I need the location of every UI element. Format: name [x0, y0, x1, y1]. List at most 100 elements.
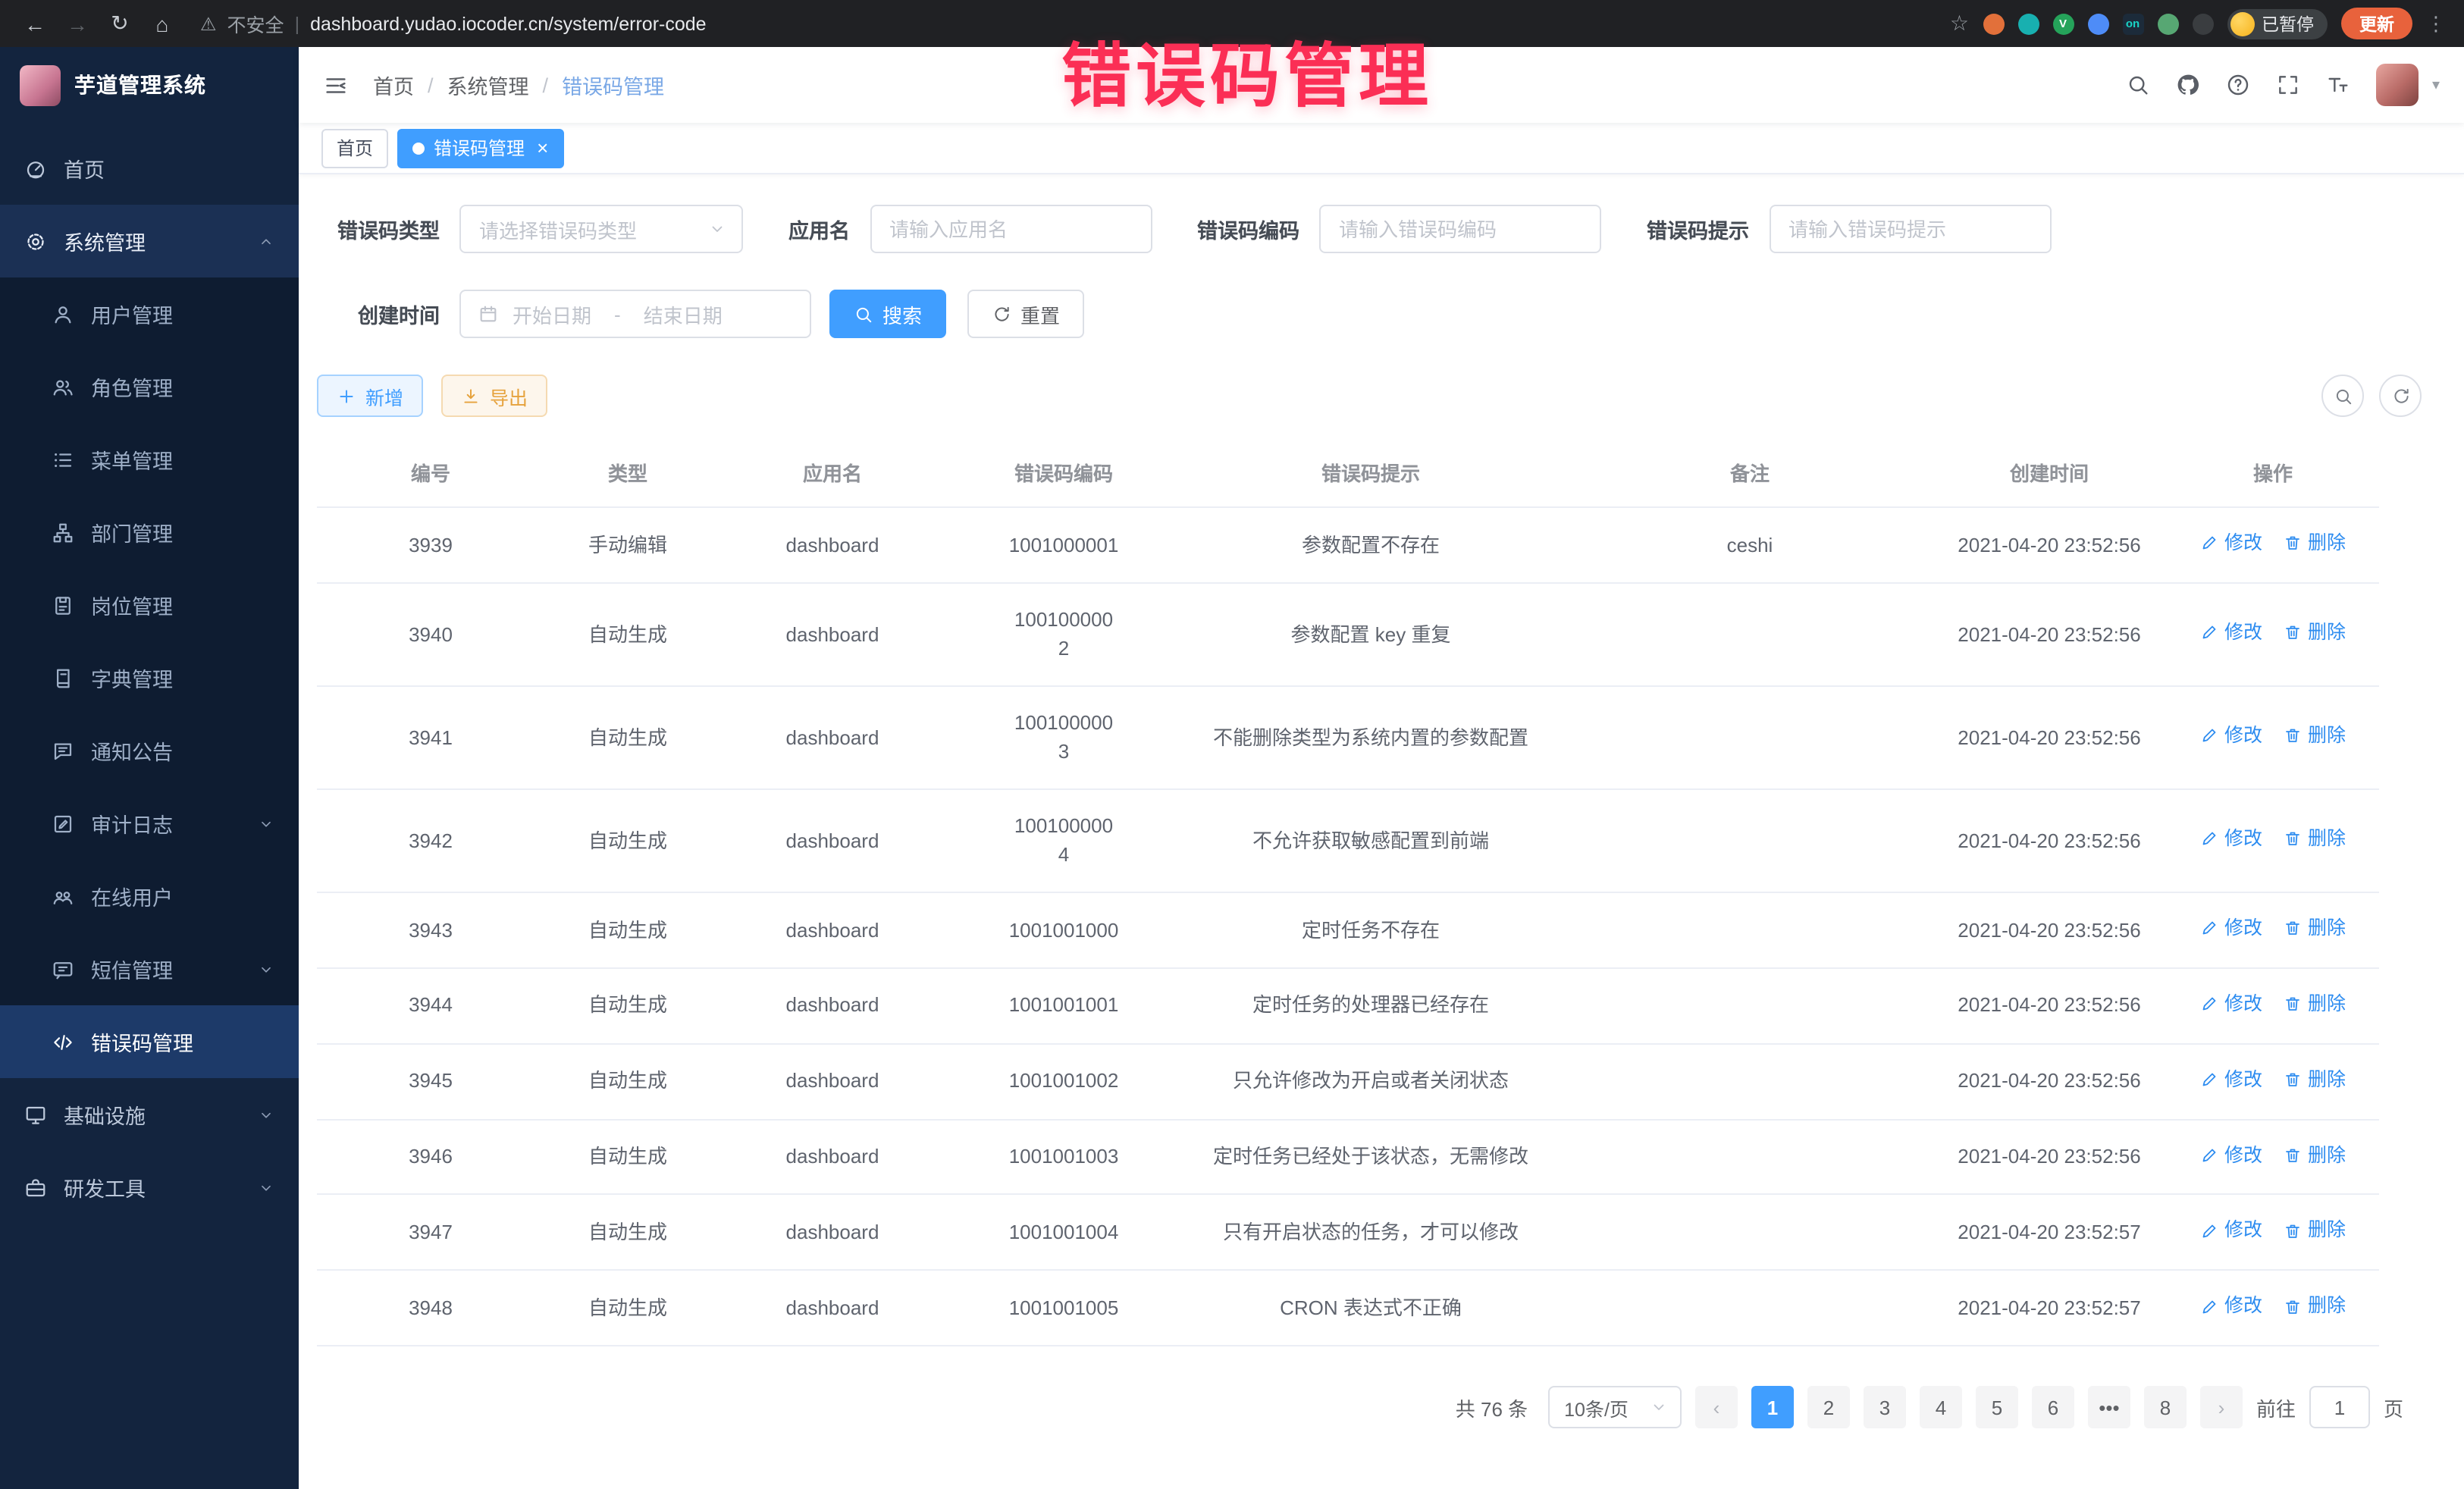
toggle-search-button[interactable]	[2321, 375, 2364, 417]
sidebar-item-audit-log[interactable]: 审计日志	[0, 787, 299, 860]
sidebar-item-post-management[interactable]: 岗位管理	[0, 569, 299, 641]
search-button[interactable]: 搜索	[829, 290, 946, 338]
hamburger-icon[interactable]	[323, 72, 349, 98]
sidebar-item-role-management[interactable]: 角色管理	[0, 350, 299, 423]
edit-link[interactable]: 修改	[2200, 990, 2262, 1019]
page-button-6[interactable]: 6	[2032, 1386, 2074, 1428]
chevron-down-icon	[258, 961, 274, 977]
search-icon[interactable]	[2126, 73, 2150, 97]
extension-icon[interactable]	[2157, 13, 2178, 34]
extension-icon[interactable]: V	[2052, 13, 2074, 34]
reload-icon[interactable]: ↻	[103, 11, 136, 36]
goto-page-input[interactable]	[2309, 1386, 2370, 1428]
bookmark-star-icon[interactable]: ☆	[1950, 11, 1969, 36]
sidebar-item-notice[interactable]: 通知公告	[0, 714, 299, 787]
edit-link[interactable]: 修改	[2200, 1217, 2262, 1246]
delete-link[interactable]: 删除	[2284, 914, 2346, 943]
browser-home-icon[interactable]: ⌂	[146, 11, 179, 36]
page-button-8[interactable]: 8	[2144, 1386, 2187, 1428]
page-button-2[interactable]: 2	[1807, 1386, 1850, 1428]
create-time-label: 创建时间	[317, 299, 440, 329]
reset-button[interactable]: 重置	[967, 290, 1084, 338]
extension-puzzle-icon[interactable]	[2192, 13, 2213, 34]
dict-icon	[52, 666, 74, 689]
cell-type: 自动生成	[544, 1195, 711, 1271]
delete-link[interactable]: 删除	[2284, 722, 2346, 751]
sidebar-item-online-user[interactable]: 在线用户	[0, 860, 299, 933]
delete-link[interactable]: 删除	[2284, 1217, 2346, 1246]
refresh-table-button[interactable]	[2379, 375, 2422, 417]
sidebar-item-dept-management[interactable]: 部门管理	[0, 496, 299, 569]
profile-paused-badge[interactable]: 已暂停	[2227, 8, 2328, 39]
close-icon[interactable]: ×	[537, 138, 548, 158]
delete-link[interactable]: 删除	[2284, 619, 2346, 647]
edit-link[interactable]: 修改	[2200, 1065, 2262, 1094]
page-size-select[interactable]: 10条/页	[1547, 1386, 1682, 1428]
browser-update-button[interactable]: 更新	[2341, 8, 2412, 39]
tag-home[interactable]: 首页	[321, 128, 388, 168]
sidebar-item-label: 角色管理	[91, 371, 173, 402]
edit-link[interactable]: 修改	[2200, 825, 2262, 854]
github-icon[interactable]	[2176, 73, 2200, 97]
prev-page-button[interactable]: ‹	[1695, 1386, 1738, 1428]
sidebar-item-label: 用户管理	[91, 299, 173, 329]
cell-created: 2021-04-20 23:52:56	[1932, 1043, 2167, 1119]
error-code-input[interactable]	[1319, 205, 1601, 253]
chevron-down-icon	[258, 1179, 274, 1196]
search-icon	[854, 304, 873, 324]
sidebar-item-user-management[interactable]: 用户管理	[0, 277, 299, 350]
forward-icon[interactable]: →	[61, 11, 94, 36]
sidebar-item-infrastructure[interactable]: 基础设施	[0, 1078, 299, 1151]
help-icon[interactable]	[2226, 73, 2250, 97]
page-button-3[interactable]: 3	[1864, 1386, 1906, 1428]
notice-icon	[52, 739, 74, 762]
app-name-input[interactable]	[870, 205, 1152, 253]
sidebar-item-home[interactable]: 首页	[0, 132, 299, 205]
extension-icon[interactable]: on	[2122, 13, 2143, 34]
edit-link[interactable]: 修改	[2200, 1141, 2262, 1170]
sidebar-item-menu-management[interactable]: 菜单管理	[0, 423, 299, 496]
user-avatar[interactable]	[2376, 64, 2419, 106]
post-icon	[52, 594, 74, 616]
error-type-select[interactable]: 请选择错误码类型	[459, 205, 743, 253]
edit-link[interactable]: 修改	[2200, 722, 2262, 751]
delete-link[interactable]: 删除	[2284, 1065, 2346, 1094]
delete-link[interactable]: 删除	[2284, 529, 2346, 558]
cell-id: 3944	[317, 968, 544, 1044]
edit-link[interactable]: 修改	[2200, 914, 2262, 943]
delete-link[interactable]: 删除	[2284, 990, 2346, 1019]
sidebar-item-system-management[interactable]: 系统管理	[0, 205, 299, 277]
tag-error-code[interactable]: 错误码管理 ×	[397, 128, 563, 168]
page-button-5[interactable]: 5	[1976, 1386, 2018, 1428]
edit-link[interactable]: 修改	[2200, 529, 2262, 558]
address-bar[interactable]: ⚠ 不安全 | dashboard.yudao.iocoder.cn/syste…	[200, 9, 707, 38]
sidebar-item-dev-tools[interactable]: 研发工具	[0, 1151, 299, 1224]
fullscreen-icon[interactable]	[2276, 73, 2300, 97]
sidebar-item-sms-management[interactable]: 短信管理	[0, 933, 299, 1005]
delete-link[interactable]: 删除	[2284, 825, 2346, 854]
delete-link[interactable]: 删除	[2284, 1293, 2346, 1321]
breadcrumb-item[interactable]: 首页	[373, 70, 414, 100]
date-range-picker[interactable]: 开始日期 - 结束日期	[459, 290, 811, 338]
breadcrumb-item[interactable]: 系统管理	[447, 70, 529, 100]
extension-icon[interactable]	[1983, 13, 2004, 34]
edit-link[interactable]: 修改	[2200, 1293, 2262, 1321]
extension-icon[interactable]	[2017, 13, 2039, 34]
delete-link[interactable]: 删除	[2284, 1141, 2346, 1170]
page-ellipsis[interactable]: •••	[2088, 1386, 2130, 1428]
export-button[interactable]: 导出	[441, 375, 547, 417]
font-size-icon[interactable]	[2326, 73, 2350, 97]
add-button[interactable]: 新增	[317, 375, 423, 417]
error-hint-input[interactable]	[1769, 205, 2051, 253]
page-button-1[interactable]: 1	[1751, 1386, 1794, 1428]
back-icon[interactable]: ←	[18, 11, 52, 36]
sidebar-item-dict-management[interactable]: 字典管理	[0, 641, 299, 714]
page-button-4[interactable]: 4	[1920, 1386, 1962, 1428]
extension-icon[interactable]	[2087, 13, 2108, 34]
browser-menu-icon[interactable]: ⋮	[2426, 11, 2446, 36]
chevron-down-icon[interactable]: ▾	[2432, 77, 2440, 93]
next-page-button[interactable]: ›	[2200, 1386, 2243, 1428]
sidebar-item-error-code-management[interactable]: 错误码管理	[0, 1005, 299, 1078]
cell-actions: 修改删除	[2167, 1271, 2379, 1346]
edit-link[interactable]: 修改	[2200, 619, 2262, 647]
